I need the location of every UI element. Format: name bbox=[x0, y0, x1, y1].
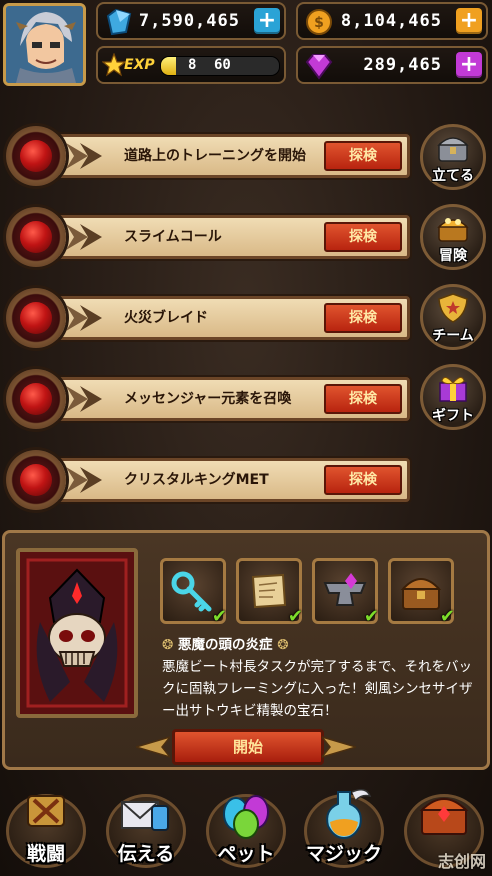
quest-row[interactable]: 火災ブレイド 探検 bbox=[6, 286, 410, 350]
explore-button[interactable]: 探検 bbox=[324, 465, 402, 495]
star-icon bbox=[102, 53, 126, 77]
reward-scroll[interactable]: ✔ bbox=[236, 558, 303, 627]
quest-row[interactable]: 道路上のトレーニングを開始 探検 bbox=[6, 124, 410, 188]
quest-detail-title: ❂ 悪魔の頭の炎症 ❂ bbox=[162, 633, 289, 653]
purple-gem-icon bbox=[305, 54, 333, 80]
emblem-icon: ❂ bbox=[162, 637, 174, 653]
quest-title: 道路上のトレーニングを開始 bbox=[124, 148, 306, 164]
treasure-icon bbox=[437, 218, 469, 242]
crystal-amount: 7,590,465 bbox=[138, 11, 240, 31]
check-icon: ✔ bbox=[287, 606, 303, 627]
red-orb-icon bbox=[6, 450, 66, 510]
red-orb-icon bbox=[6, 369, 66, 429]
explore-button[interactable]: 探検 bbox=[324, 303, 402, 333]
quest-title: メッセンジャー元素を召喚 bbox=[124, 391, 292, 407]
demon-portrait bbox=[16, 548, 138, 718]
side-adventure-label: 冒険 bbox=[439, 248, 467, 264]
add-coins-button[interactable]: + bbox=[456, 8, 482, 34]
add-crystals-button[interactable]: + bbox=[254, 8, 280, 34]
anvil-icon bbox=[323, 573, 367, 606]
chest-icon bbox=[419, 798, 469, 835]
quest-title: スライムコール bbox=[124, 229, 222, 245]
blue-crystal-icon bbox=[106, 8, 132, 36]
shield-icon bbox=[438, 293, 468, 323]
arrow-ornament-icon bbox=[66, 224, 102, 250]
egg-icon bbox=[223, 795, 269, 839]
coin-counter: $ 8,104,465 + bbox=[296, 2, 488, 40]
reward-key[interactable]: ✔ bbox=[160, 558, 227, 627]
emblem-icon: ❂ bbox=[277, 637, 289, 653]
nav-battle[interactable]: 戦闘 bbox=[0, 784, 92, 872]
gift-icon bbox=[439, 377, 467, 402]
gem-amount: 289,465 bbox=[363, 55, 442, 75]
explore-button[interactable]: 探検 bbox=[324, 222, 402, 252]
arrow-ornament-icon bbox=[66, 305, 102, 331]
quest-title: 火災ブレイド bbox=[124, 310, 208, 326]
scroll-icon bbox=[251, 573, 287, 609]
reward-chest[interactable]: ✔ bbox=[388, 558, 455, 627]
exp-fill bbox=[161, 57, 177, 75]
check-icon: ✔ bbox=[211, 606, 227, 627]
coin-icon: $ bbox=[306, 9, 332, 35]
potion-icon bbox=[326, 789, 372, 840]
explore-button[interactable]: 探検 bbox=[324, 384, 402, 414]
side-team-label: チーム bbox=[432, 328, 474, 344]
side-adventure-button[interactable]: 冒険 bbox=[420, 204, 486, 270]
add-gems-button[interactable]: + bbox=[456, 52, 482, 78]
side-team-button[interactable]: チーム bbox=[420, 284, 486, 350]
quest-row[interactable]: スライムコール 探検 bbox=[6, 205, 410, 269]
nav-magic-label: マジック bbox=[305, 843, 382, 865]
player-avatar[interactable] bbox=[3, 3, 86, 86]
watermark: 志创网 bbox=[437, 852, 486, 871]
demon-skull-icon bbox=[20, 552, 134, 714]
check-icon: ✔ bbox=[439, 606, 455, 627]
exp-bar: EXP 8 60 bbox=[96, 46, 286, 84]
quest-title: クリスタルキングMET bbox=[124, 472, 269, 488]
red-orb-icon bbox=[6, 126, 66, 186]
quest-description: 悪魔ビート村長タスクが完了するまで、それをバックに固執フレーミングに入った！剣風… bbox=[162, 659, 473, 719]
red-orb-icon bbox=[6, 207, 66, 267]
gem-counter: 289,465 + bbox=[296, 46, 488, 84]
crystal-counter: 7,590,465 + bbox=[96, 2, 286, 40]
hero-portrait-icon bbox=[6, 6, 83, 83]
side-gift-label: ギフト bbox=[432, 408, 474, 424]
side-build-button[interactable]: 立てる bbox=[420, 124, 486, 190]
quest-row[interactable]: クリスタルキングMET 探検 bbox=[6, 448, 410, 512]
explore-button[interactable]: 探検 bbox=[324, 141, 402, 171]
svg-text:$: $ bbox=[314, 15, 324, 31]
nav-battle-label: 戦闘 bbox=[26, 843, 65, 865]
nav-message[interactable]: 伝える bbox=[100, 784, 192, 872]
letter-icon bbox=[121, 801, 169, 831]
right-wing-ornament bbox=[322, 736, 356, 758]
key-icon bbox=[171, 571, 212, 612]
side-build-label: 立てる bbox=[432, 168, 474, 184]
nav-pet[interactable]: ペット bbox=[200, 784, 292, 872]
arrow-ornament-icon bbox=[66, 467, 102, 493]
nav-pet-label: ペット bbox=[217, 843, 275, 865]
quest-detail-title-text: 悪魔の頭の炎症 bbox=[178, 637, 273, 653]
arrow-ornament-icon bbox=[66, 143, 102, 169]
check-icon: ✔ bbox=[363, 606, 379, 627]
reward-anvil[interactable]: ✔ bbox=[312, 558, 379, 627]
coin-amount: 8,104,465 bbox=[340, 11, 442, 31]
treasure-chest-icon bbox=[400, 578, 442, 610]
exp-label: EXP bbox=[124, 57, 155, 73]
exp-max: 60 bbox=[214, 57, 231, 73]
chest-icon bbox=[437, 137, 469, 162]
side-gift-button[interactable]: ギフト bbox=[420, 364, 486, 430]
left-wing-ornament bbox=[136, 736, 170, 758]
exp-current: 8 bbox=[188, 57, 197, 73]
nav-magic[interactable]: マジック bbox=[298, 784, 390, 872]
quest-row[interactable]: メッセンジャー元素を召喚 探検 bbox=[6, 367, 410, 431]
nav-message-label: 伝える bbox=[117, 843, 175, 865]
start-button[interactable]: 開始 bbox=[172, 729, 324, 765]
battle-icon bbox=[27, 795, 65, 827]
red-orb-icon bbox=[6, 288, 66, 348]
arrow-ornament-icon bbox=[66, 386, 102, 412]
